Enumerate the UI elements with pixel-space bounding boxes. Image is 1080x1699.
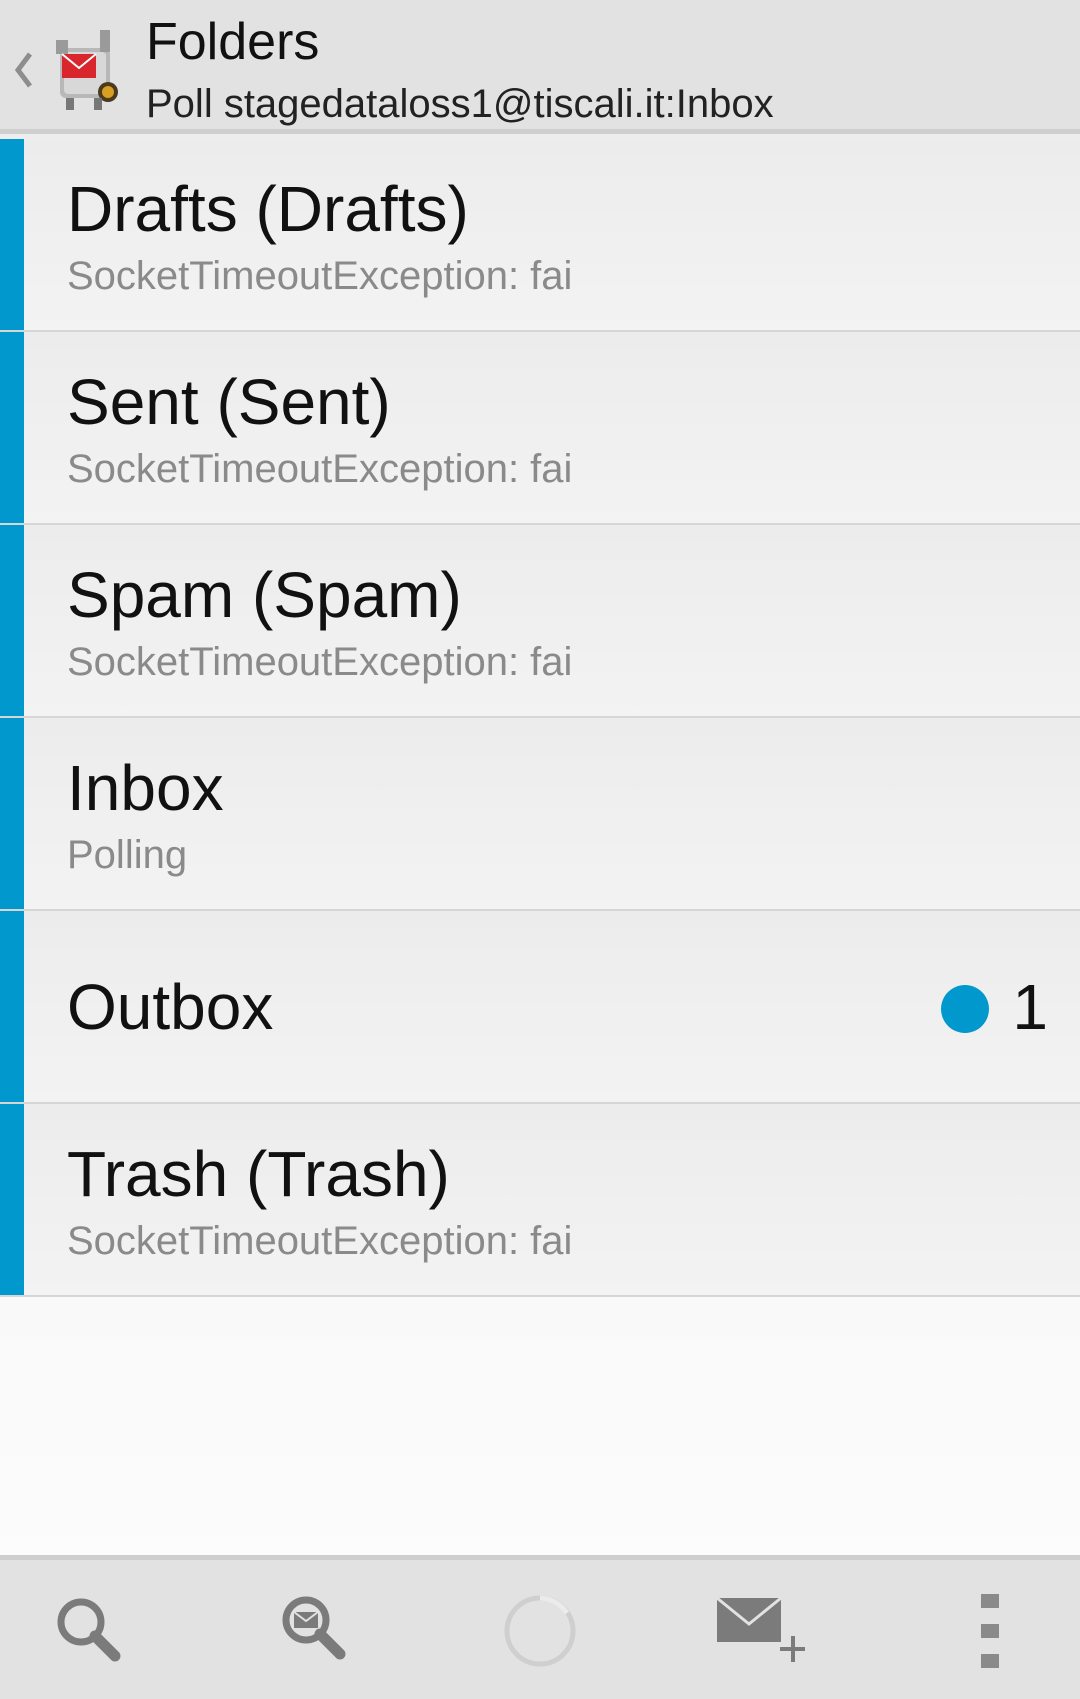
page-title: Folders (146, 13, 320, 71)
compose-mail-icon (716, 1596, 805, 1662)
folder-accent-bar (0, 718, 24, 909)
loading-spinner-icon (504, 1595, 576, 1667)
refresh-button[interactable] (495, 1586, 585, 1676)
folder-name: Trash (Trash) (67, 1138, 450, 1210)
action-bar: Folders Poll stagedataloss1@tiscali.it:I… (0, 0, 1080, 134)
overflow-menu-button[interactable] (945, 1586, 1035, 1676)
folder-accent-bar (0, 139, 24, 330)
folder-name: Spam (Spam) (67, 559, 462, 631)
folder-accent-bar (0, 332, 24, 523)
folder-list: Drafts (Drafts) SocketTimeoutException: … (0, 139, 1080, 1297)
bottom-action-bar (0, 1555, 1080, 1699)
folder-status: SocketTimeoutException: fai (67, 640, 573, 684)
folder-row-trash[interactable]: Trash (Trash) SocketTimeoutException: fa… (0, 1104, 1080, 1297)
folder-accent-bar (0, 1104, 24, 1295)
folder-accent-bar (0, 525, 24, 716)
search-button[interactable] (45, 1586, 135, 1676)
compose-button[interactable] (715, 1586, 805, 1676)
chevron-left-icon[interactable] (8, 40, 38, 100)
search-messages-icon (282, 1596, 346, 1660)
folder-row-inbox[interactable]: Inbox Polling (0, 718, 1080, 911)
page-subtitle: Poll stagedataloss1@tiscali.it:Inbox (146, 82, 774, 126)
folder-status: Polling (67, 833, 188, 877)
folder-status: SocketTimeoutException: fai (67, 447, 573, 491)
folder-status: SocketTimeoutException: fai (67, 254, 573, 298)
overflow-menu-icon (981, 1594, 999, 1668)
folder-row-drafts[interactable]: Drafts (Drafts) SocketTimeoutException: … (0, 139, 1080, 332)
k9-mail-robot-icon[interactable] (46, 20, 126, 120)
folder-name: Drafts (Drafts) (67, 173, 469, 245)
folder-status: SocketTimeoutException: fai (67, 1219, 573, 1263)
search-icon (57, 1598, 121, 1662)
folder-accent-bar (0, 911, 24, 1102)
search-messages-button[interactable] (270, 1586, 360, 1676)
unread-count: 1 (1012, 971, 1048, 1043)
folder-row-outbox[interactable]: Outbox 1 (0, 911, 1080, 1104)
folder-row-sent[interactable]: Sent (Sent) SocketTimeoutException: fai (0, 332, 1080, 525)
unread-dot-icon (941, 985, 989, 1033)
folder-row-spam[interactable]: Spam (Spam) SocketTimeoutException: fai (0, 525, 1080, 718)
folder-name: Sent (Sent) (67, 366, 391, 438)
folder-name: Inbox (67, 752, 224, 824)
folder-name: Outbox (67, 971, 274, 1043)
